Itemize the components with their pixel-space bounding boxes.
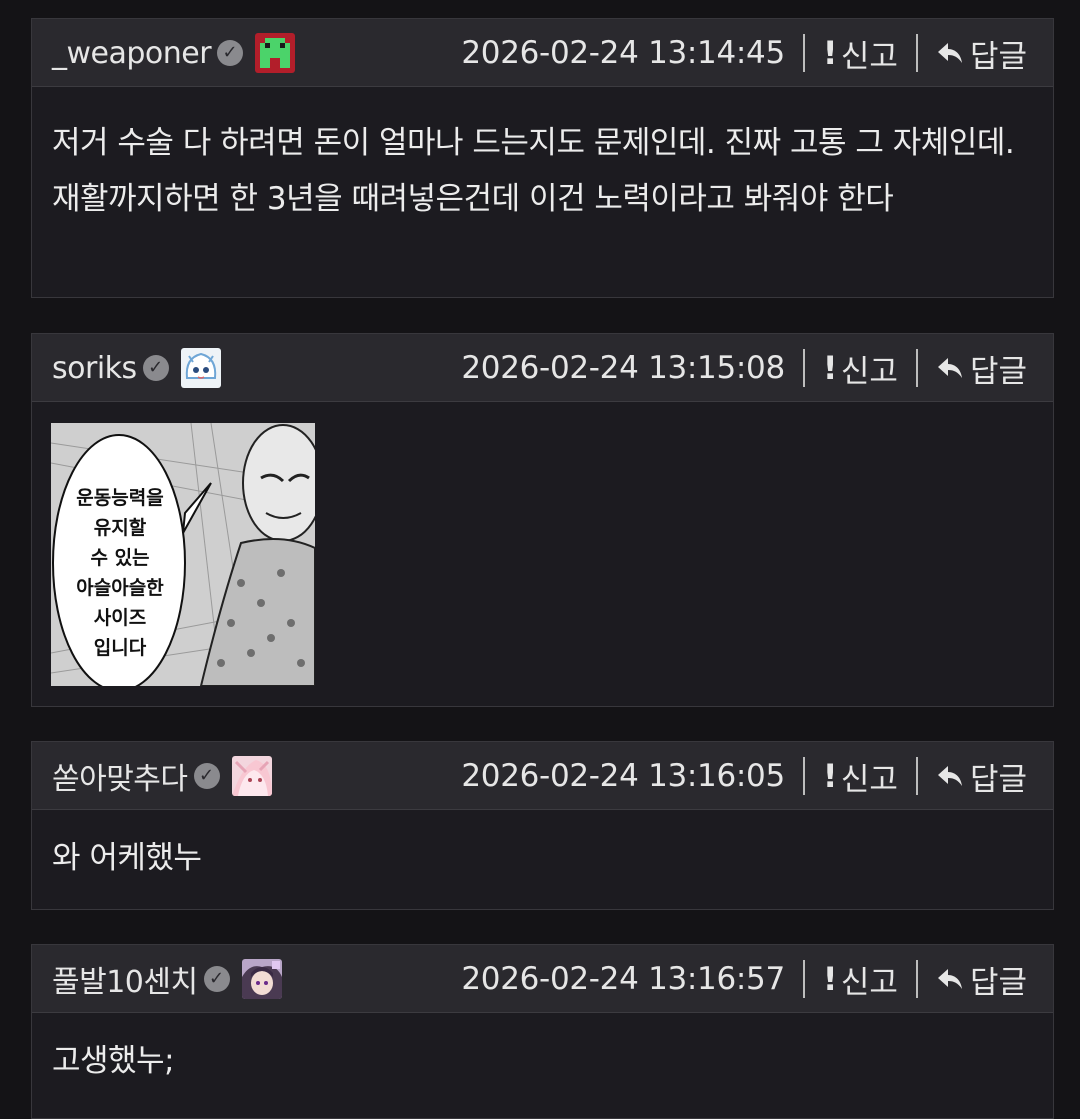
pink-anime-avatar-icon[interactable]: [231, 756, 272, 796]
comment-text: 와 어케했누: [52, 840, 202, 876]
divider: [915, 960, 918, 998]
author-name[interactable]: soriks: [52, 351, 137, 386]
divider: [802, 349, 805, 387]
comment-list: _weaponer ✓ 2026-02-24 13:14:45 ! 신고 답글 …: [0, 0, 1080, 1119]
comment-header: 쏟아맞추다 ✓ 2026-02-24 13:16:05 ! 신고 답글: [32, 742, 1053, 810]
comment-meta: 2026-02-24 13:15:08 ! 신고 답글: [461, 334, 1027, 402]
divider: [802, 960, 805, 998]
report-label: 신고: [840, 353, 898, 390]
comment-timestamp: 2026-02-24 13:14:45: [461, 35, 785, 71]
reply-arrow-icon: [936, 764, 964, 788]
comment-header: 풀발10센치 ✓ 2026-02-24 13:16:57 ! 신고 답글: [32, 945, 1053, 1013]
divider: [915, 757, 918, 795]
comment-timestamp: 2026-02-24 13:15:08: [461, 350, 785, 386]
comment-header: soriks ✓ 2026-02-24 13:15:08 ! 신고 답글: [32, 334, 1053, 402]
comment-meta: 2026-02-24 13:14:45 ! 신고 답글: [461, 19, 1027, 87]
divider: [915, 349, 918, 387]
divider: [915, 34, 918, 72]
comment-item: _weaponer ✓ 2026-02-24 13:14:45 ! 신고 답글 …: [31, 18, 1054, 298]
reply-label: 답글: [969, 964, 1027, 1001]
author-name[interactable]: _weaponer: [52, 36, 212, 71]
comment-meta: 2026-02-24 13:16:05 ! 신고 답글: [461, 742, 1027, 810]
reply-label: 답글: [969, 38, 1027, 75]
report-label: 신고: [840, 761, 898, 798]
comment-timestamp: 2026-02-24 13:16:05: [461, 758, 785, 794]
exclamation-icon: !: [822, 757, 838, 795]
green-pixel-invader-icon[interactable]: [255, 33, 296, 73]
reply-arrow-icon: [936, 967, 964, 991]
report-button[interactable]: ! 신고: [823, 31, 898, 76]
reply-button[interactable]: 답글: [936, 957, 1027, 1002]
reply-button[interactable]: 답글: [936, 754, 1027, 799]
verified-check-icon: ✓: [142, 355, 169, 381]
author-name[interactable]: 쏟아맞추다: [52, 754, 188, 798]
comment-item: 쏟아맞추다 ✓ 2026-02-24 13:16:05 ! 신고 답글 와 어케…: [31, 741, 1054, 910]
divider: [802, 757, 805, 795]
comment-meta: 2026-02-24 13:16:57 ! 신고 답글: [461, 945, 1027, 1013]
exclamation-icon: !: [822, 34, 838, 72]
speech-bubble-text: 운동능력을 유지할 수 있는 아슬아슬한 사이즈 입니다: [76, 487, 164, 659]
comment-item: soriks ✓ 2026-02-24 13:15:08 ! 신고 답글 운동능…: [31, 333, 1054, 707]
manga-panel-image[interactable]: 운동능력을 유지할 수 있는 아슬아슬한 사이즈 입니다: [51, 423, 315, 686]
report-button[interactable]: ! 신고: [823, 754, 898, 799]
exclamation-icon: !: [822, 960, 838, 998]
comment-author: soriks ✓: [52, 334, 221, 402]
anime-character-avatar-icon[interactable]: [241, 959, 282, 999]
report-button[interactable]: ! 신고: [823, 346, 898, 391]
verified-check-icon: ✓: [203, 966, 230, 992]
report-label: 신고: [840, 38, 898, 75]
exclamation-icon: !: [822, 349, 838, 387]
comment-item: 풀발10센치 ✓ 2026-02-24 13:16:57 ! 신고 답글 고생했…: [31, 944, 1054, 1119]
comment-author: _weaponer ✓: [52, 19, 296, 87]
reply-arrow-icon: [936, 41, 964, 65]
verified-check-icon: ✓: [193, 763, 220, 789]
reply-button[interactable]: 답글: [936, 31, 1027, 76]
comment-author: 풀발10센치 ✓: [52, 945, 282, 1013]
reply-label: 답글: [969, 761, 1027, 798]
report-label: 신고: [840, 964, 898, 1001]
reply-label: 답글: [969, 353, 1027, 390]
comment-timestamp: 2026-02-24 13:16:57: [461, 961, 785, 997]
comment-text: 저거 수술 다 하려면 돈이 얼마나 드는지도 문제인데. 진짜 고통 그 자체…: [52, 125, 1015, 217]
comment-text: 고생했누;: [52, 1043, 175, 1079]
anime-girl-avatar-icon[interactable]: [180, 348, 221, 388]
reply-arrow-icon: [936, 356, 964, 380]
comment-author: 쏟아맞추다 ✓: [52, 742, 272, 810]
comment-header: _weaponer ✓ 2026-02-24 13:14:45 ! 신고 답글: [32, 19, 1053, 87]
report-button[interactable]: ! 신고: [823, 957, 898, 1002]
reply-button[interactable]: 답글: [936, 346, 1027, 391]
divider: [802, 34, 805, 72]
verified-check-icon: ✓: [217, 40, 244, 66]
author-name[interactable]: 풀발10센치: [52, 957, 198, 1001]
